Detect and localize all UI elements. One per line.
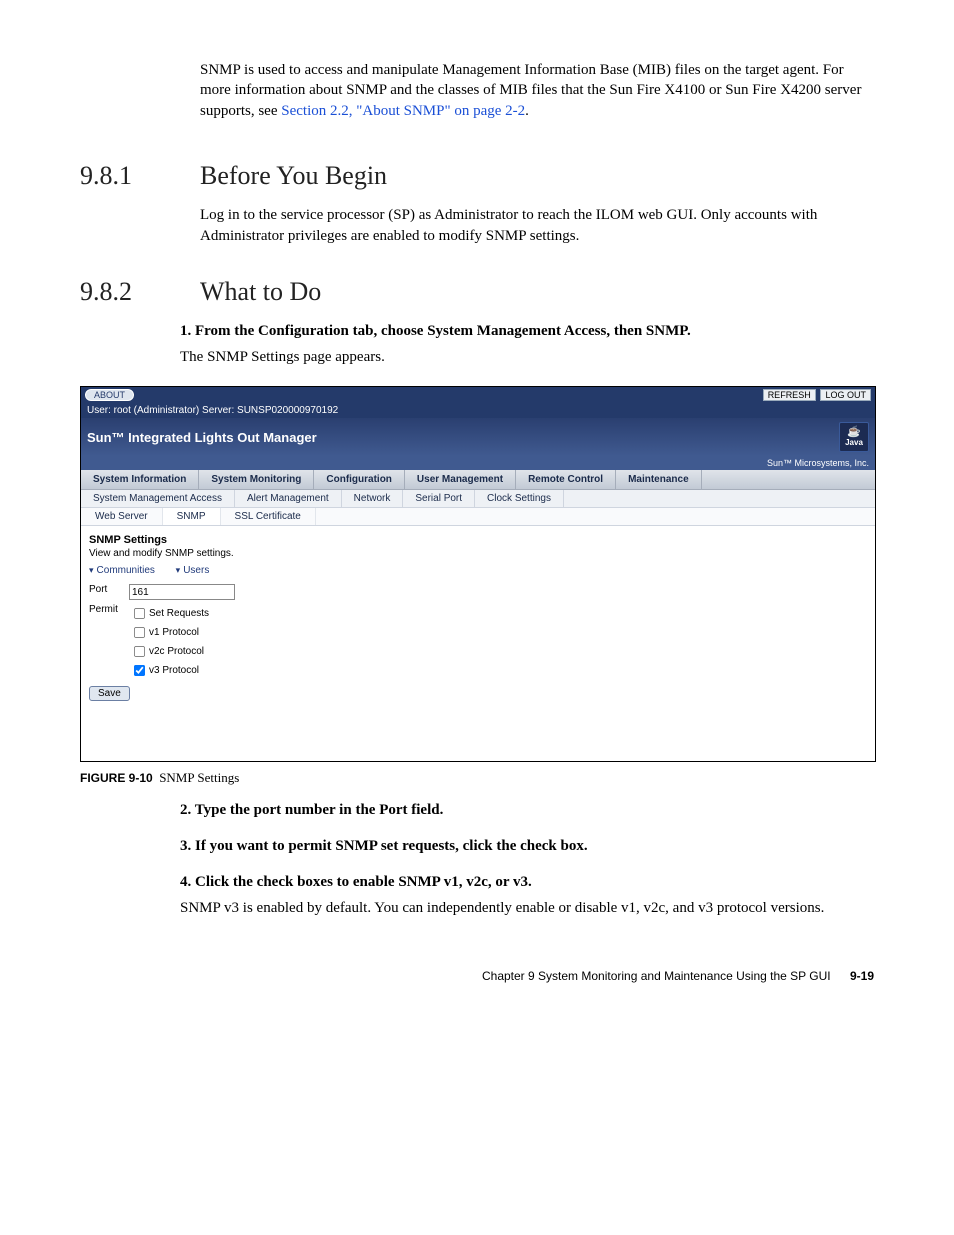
intro-link[interactable]: Section 2.2, "About SNMP" on page 2-2 — [281, 103, 525, 119]
subsubtab-snmp[interactable]: SNMP — [163, 508, 221, 525]
step-1: 1. From the Configuration tab, choose Sy… — [180, 321, 874, 369]
section-number: 9.8.2 — [80, 277, 200, 307]
step-text: Click the check boxes to enable SNMP v1,… — [195, 874, 532, 890]
tertiary-tabs: Web Server SNMP SSL Certificate — [81, 508, 875, 526]
primary-tabs: System Information System Monitoring Con… — [81, 470, 875, 490]
java-icon: ☕Java — [839, 422, 869, 452]
port-label: Port — [89, 584, 129, 595]
section-number: 9.8.1 — [80, 161, 200, 191]
logout-button[interactable]: LOG OUT — [820, 389, 871, 401]
step-text: Type the port number in the Port field. — [195, 802, 444, 818]
footer-chapter: Chapter 9 System Monitoring and Maintena… — [482, 969, 831, 983]
page-footer: Chapter 9 System Monitoring and Maintena… — [80, 969, 874, 983]
snmp-settings-desc: View and modify SNMP settings. — [89, 548, 867, 559]
subtab-alert[interactable]: Alert Management — [235, 490, 342, 507]
set-requests-label: Set Requests — [149, 608, 209, 619]
intro-paragraph: SNMP is used to access and manipulate Ma… — [200, 60, 874, 121]
users-link[interactable]: ▾Users — [176, 565, 210, 576]
tab-configuration[interactable]: Configuration — [314, 470, 405, 489]
step-text: If you want to permit SNMP set requests,… — [195, 838, 588, 854]
step-2: 2. Type the port number in the Port fiel… — [180, 800, 874, 822]
step-sub: SNMP v3 is enabled by default. You can i… — [180, 898, 874, 920]
user-server-line: User: root (Administrator) Server: SUNSP… — [81, 403, 875, 418]
footer-page-number: 9-19 — [850, 969, 874, 983]
permit-label: Permit — [89, 604, 129, 615]
set-requests-checkbox[interactable] — [134, 608, 145, 619]
section-body: Log in to the service processor (SP) as … — [200, 205, 874, 247]
step-4: 4. Click the check boxes to enable SNMP … — [180, 872, 874, 920]
intro-tail: . — [525, 103, 529, 119]
section-title: What to Do — [200, 277, 321, 307]
secondary-tabs: System Management Access Alert Managemen… — [81, 490, 875, 508]
figure-label: FIGURE 9-10 — [80, 771, 153, 785]
save-button[interactable]: Save — [89, 686, 130, 701]
tab-remote-control[interactable]: Remote Control — [516, 470, 616, 489]
step-num: 2. — [180, 802, 191, 818]
v1-label: v1 Protocol — [149, 627, 199, 638]
subtab-clock[interactable]: Clock Settings — [475, 490, 564, 507]
section-9-8-1: 9.8.1 Before You Begin — [80, 161, 874, 191]
figure-caption: FIGURE 9-10 SNMP Settings — [80, 770, 874, 786]
section-9-8-2: 9.8.2 What to Do — [80, 277, 874, 307]
subtab-sma[interactable]: System Management Access — [81, 490, 235, 507]
v2c-protocol-checkbox[interactable] — [134, 646, 145, 657]
subsubtab-ssl[interactable]: SSL Certificate — [221, 508, 316, 525]
step-num: 3. — [180, 838, 191, 854]
tab-system-information[interactable]: System Information — [81, 470, 199, 489]
port-input[interactable] — [129, 584, 235, 600]
section-title: Before You Begin — [200, 161, 387, 191]
chevron-down-icon: ▾ — [89, 565, 94, 576]
chevron-down-icon: ▾ — [176, 565, 181, 576]
tab-system-monitoring[interactable]: System Monitoring — [199, 470, 314, 489]
step-num: 4. — [180, 874, 191, 890]
subtab-network[interactable]: Network — [342, 490, 404, 507]
subtab-serial[interactable]: Serial Port — [403, 490, 475, 507]
v3-protocol-checkbox[interactable] — [134, 665, 145, 676]
refresh-button[interactable]: REFRESH — [763, 389, 816, 401]
snmp-settings-screenshot: ABOUT REFRESH LOG OUT User: root (Admini… — [80, 386, 876, 762]
v3-label: v3 Protocol — [149, 665, 199, 676]
v1-protocol-checkbox[interactable] — [134, 627, 145, 638]
v2c-label: v2c Protocol — [149, 646, 204, 657]
about-button[interactable]: ABOUT — [85, 389, 134, 401]
tab-maintenance[interactable]: Maintenance — [616, 470, 702, 489]
trademark-line: Sun™ Microsystems, Inc. — [81, 456, 875, 470]
snmp-settings-title: SNMP Settings — [89, 534, 867, 546]
tab-user-management[interactable]: User Management — [405, 470, 516, 489]
step-num: 1. — [180, 323, 191, 339]
figure-text: SNMP Settings — [159, 770, 239, 785]
product-title: Sun™ Integrated Lights Out Manager — [87, 430, 317, 445]
step-3: 3. If you want to permit SNMP set reques… — [180, 836, 874, 858]
step-sub: The SNMP Settings page appears. — [180, 347, 874, 369]
communities-link[interactable]: ▾Communities — [89, 565, 155, 576]
subsubtab-web[interactable]: Web Server — [81, 508, 163, 525]
step-text: From the Configuration tab, choose Syste… — [195, 323, 691, 339]
